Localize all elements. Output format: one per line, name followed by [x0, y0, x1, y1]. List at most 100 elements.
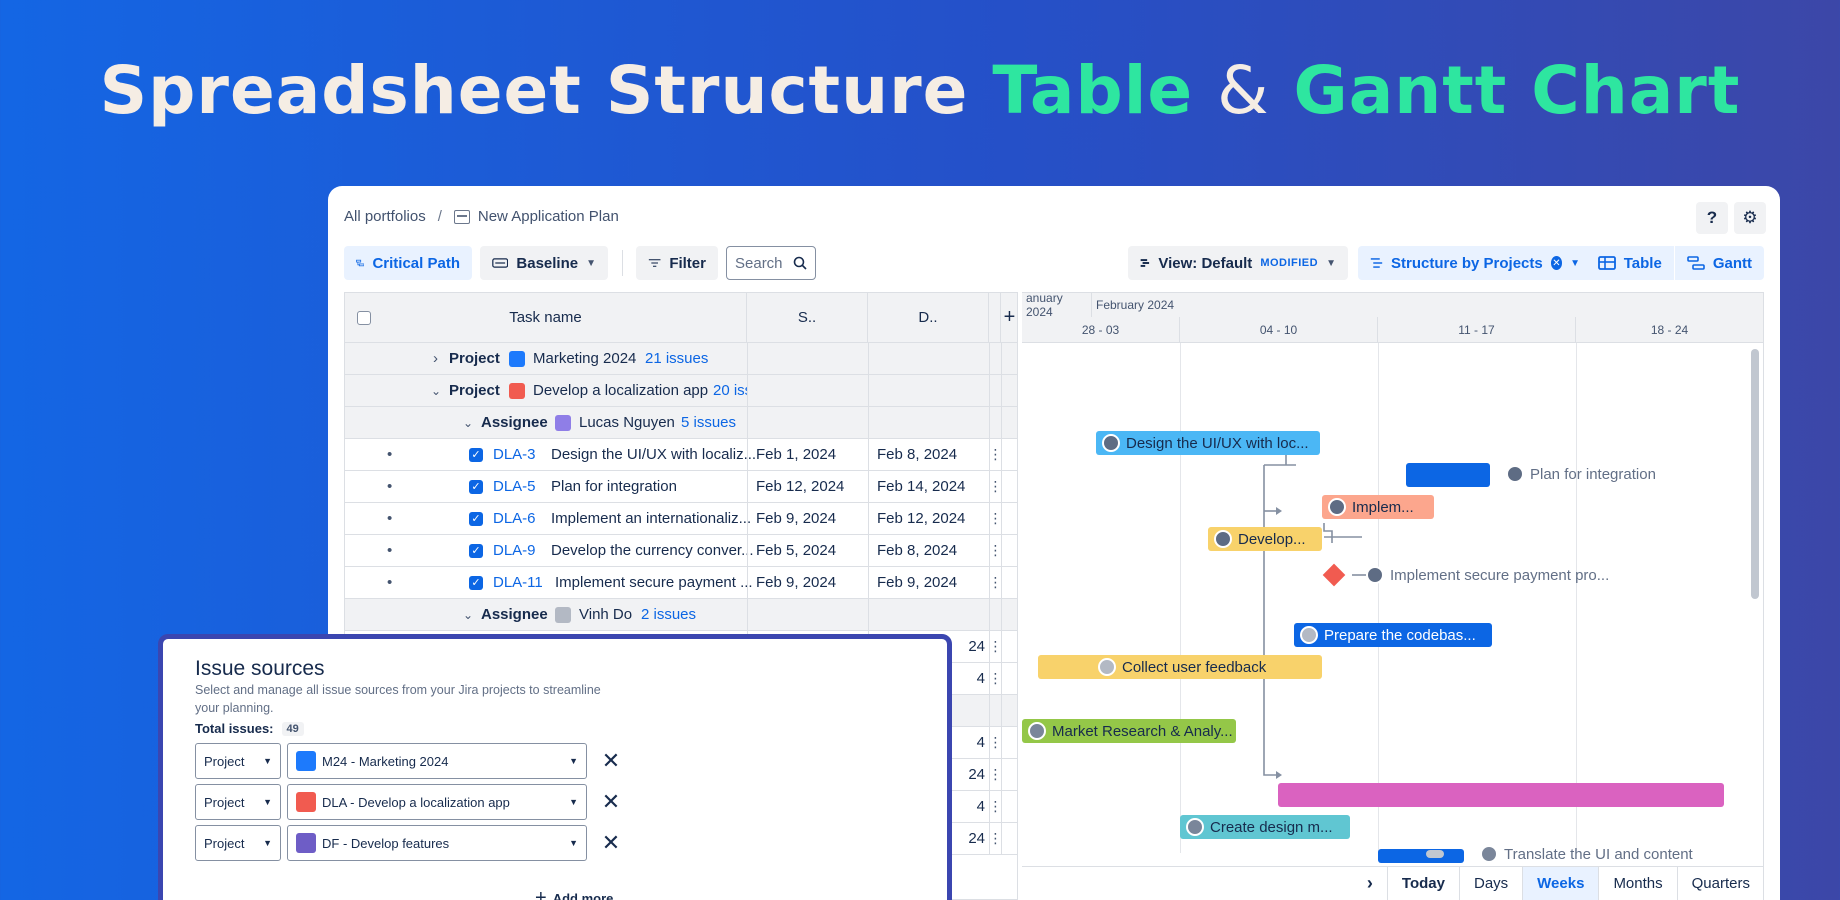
issue-key[interactable]: DLA-9 — [493, 542, 536, 559]
structure-selector[interactable]: Structure by Projects ✕ ▼ — [1358, 246, 1592, 280]
more-icon[interactable]: ⋮ — [989, 535, 1003, 566]
due-date[interactable]: Feb 9, 2024 — [868, 567, 989, 598]
table-row[interactable]: • ✓ DLA-11 Implement secure payment ... … — [345, 567, 1017, 599]
due-date[interactable]: Feb 8, 2024 — [868, 535, 989, 566]
start-date[interactable]: Feb 1, 2024 — [747, 439, 868, 470]
vertical-scrollbar[interactable] — [1751, 349, 1759, 599]
start-date[interactable]: Feb 5, 2024 — [747, 535, 868, 566]
critical-path-button[interactable]: Critical Path — [344, 246, 472, 280]
header-start[interactable]: S.. — [747, 293, 868, 343]
gantt-bar-translate[interactable] — [1378, 849, 1464, 863]
table-view-button[interactable]: Table — [1585, 246, 1675, 280]
gantt-bar-implem[interactable]: Implem... — [1322, 495, 1434, 519]
chevron-down-icon[interactable]: ⌄ — [431, 384, 441, 398]
source-row: Project ▼ DF - Develop features ▼ ✕ — [195, 825, 623, 861]
gantt-bar-pink[interactable] — [1278, 783, 1724, 807]
days-button[interactable]: Days — [1458, 866, 1522, 900]
chevron-right-icon[interactable]: › — [433, 350, 438, 367]
more-icon[interactable]: ⋮ — [989, 663, 1003, 694]
structure-label: Structure by Projects — [1391, 254, 1543, 272]
baseline-button[interactable]: Baseline ▼ — [480, 246, 608, 280]
more-icon[interactable]: ⋮ — [989, 567, 1003, 598]
group-row-assignee[interactable]: ⌄ Assignee Vinh Do 2 issues — [345, 599, 1017, 631]
issue-key[interactable]: DLA-6 — [493, 510, 536, 527]
group-row-assignee[interactable]: ⌄ Assignee Lucas Nguyen 5 issues — [345, 407, 1017, 439]
source-type-select[interactable]: Project ▼ — [195, 743, 281, 779]
search-icon — [793, 256, 807, 270]
due-date[interactable]: Feb 8, 2024 — [868, 439, 989, 470]
start-date[interactable]: Feb 12, 2024 — [747, 471, 868, 502]
view-selector[interactable]: View: Default MODIFIED ▼ — [1128, 246, 1348, 280]
table-row[interactable]: • ✓ DLA-3 Design the UI/UX with localiz.… — [345, 439, 1017, 471]
more-icon[interactable]: ⋮ — [989, 823, 1003, 854]
remove-source-button[interactable]: ✕ — [599, 789, 623, 815]
weeks-button[interactable]: Weeks — [1522, 866, 1599, 900]
more-icon[interactable]: ⋮ — [989, 759, 1003, 790]
add-column-button[interactable]: + — [1001, 293, 1017, 343]
breadcrumb-root[interactable]: All portfolios — [344, 208, 426, 225]
source-type-select[interactable]: Project ▼ — [195, 784, 281, 820]
due-date[interactable]: Feb 14, 2024 — [868, 471, 989, 502]
search-input[interactable]: Search — [726, 246, 816, 280]
table-row[interactable]: • ✓ DLA-9 Develop the currency conver...… — [345, 535, 1017, 567]
clear-icon[interactable]: ✕ — [1550, 256, 1563, 270]
settings-button[interactable]: ⚙ — [1734, 202, 1766, 234]
gantt-bar-prepare[interactable]: Prepare the codebas... — [1294, 623, 1492, 647]
gantt-view-button[interactable]: Gantt — [1674, 246, 1764, 280]
chevron-down-icon[interactable]: ⌄ — [463, 608, 473, 622]
chevron-right-icon[interactable]: › — [1353, 867, 1387, 900]
more-icon[interactable]: ⋮ — [989, 727, 1003, 758]
group-row-project[interactable]: › Project Marketing 2024 21 issues — [345, 343, 1017, 375]
add-more-button[interactable]: + Add more — [535, 887, 613, 900]
gantt-bar-design[interactable]: Design the UI/UX with loc... — [1096, 431, 1320, 455]
group-kind: Project — [449, 350, 500, 367]
source-select[interactable]: DLA - Develop a localization app ▼ — [287, 784, 587, 820]
issue-key[interactable]: DLA-5 — [493, 478, 536, 495]
group-count[interactable]: 5 issues — [681, 414, 736, 431]
issue-key[interactable]: DLA-3 — [493, 446, 536, 463]
group-count[interactable]: 21 issues — [645, 350, 708, 367]
filter-button[interactable]: Filter — [636, 246, 718, 280]
start-date[interactable]: Feb 9, 2024 — [747, 567, 868, 598]
source-select[interactable]: DF - Develop features ▼ — [287, 825, 587, 861]
table-row[interactable]: • ✓ DLA-6 Implement an internationaliz..… — [345, 503, 1017, 535]
more-icon[interactable]: ⋮ — [989, 631, 1003, 662]
group-row-project[interactable]: ⌄ Project Develop a localization app 20 … — [345, 375, 1017, 407]
total-issues-label: Total issues: — [195, 721, 274, 736]
gantt-bar-plan[interactable] — [1406, 463, 1490, 487]
project-icon — [509, 350, 525, 367]
more-icon[interactable]: ⋮ — [989, 439, 1003, 470]
quarters-button[interactable]: Quarters — [1676, 866, 1763, 900]
gantt-bar-market[interactable]: Market Research & Analy... — [1022, 719, 1236, 743]
breadcrumb-current[interactable]: New Application Plan — [478, 208, 619, 225]
issue-sources-title: Issue sources — [195, 657, 325, 680]
months-button[interactable]: Months — [1598, 866, 1676, 900]
issue-key[interactable]: DLA-11 — [493, 574, 543, 591]
header-due[interactable]: D.. — [868, 293, 989, 343]
source-type-select[interactable]: Project ▼ — [195, 825, 281, 861]
more-icon[interactable]: ⋮ — [989, 791, 1003, 822]
gantt-bar-create[interactable]: Create design m... — [1180, 815, 1350, 839]
help-button[interactable]: ? — [1696, 202, 1728, 234]
avatar — [1366, 566, 1384, 584]
select-all-checkbox[interactable] — [357, 310, 371, 325]
header-spacer — [989, 293, 1001, 343]
horizontal-scrollbar[interactable] — [1426, 850, 1444, 858]
gantt-footer: › Today Days Weeks Months Quarters — [1022, 866, 1763, 900]
gantt-bar-label: Implem... — [1352, 498, 1414, 516]
more-icon[interactable]: ⋮ — [989, 471, 1003, 502]
gantt-bar-develop[interactable]: Develop... — [1208, 527, 1322, 551]
chevron-down-icon[interactable]: ⌄ — [463, 416, 473, 430]
table-row[interactable]: • ✓ DLA-5 Plan for integration Feb 12, 2… — [345, 471, 1017, 503]
today-button[interactable]: Today — [1386, 866, 1459, 900]
chevron-down-icon: ▼ — [263, 797, 272, 807]
remove-source-button[interactable]: ✕ — [599, 748, 623, 774]
more-icon[interactable]: ⋮ — [989, 503, 1003, 534]
group-count[interactable]: 2 issues — [641, 606, 696, 623]
source-select[interactable]: M24 - Marketing 2024 ▼ — [287, 743, 587, 779]
header-task-name[interactable]: Task name — [345, 293, 747, 343]
due-date[interactable]: Feb 12, 2024 — [868, 503, 989, 534]
remove-source-button[interactable]: ✕ — [599, 830, 623, 856]
gantt-bar-collect[interactable]: Collect user feedback — [1038, 655, 1322, 679]
start-date[interactable]: Feb 9, 2024 — [747, 503, 868, 534]
